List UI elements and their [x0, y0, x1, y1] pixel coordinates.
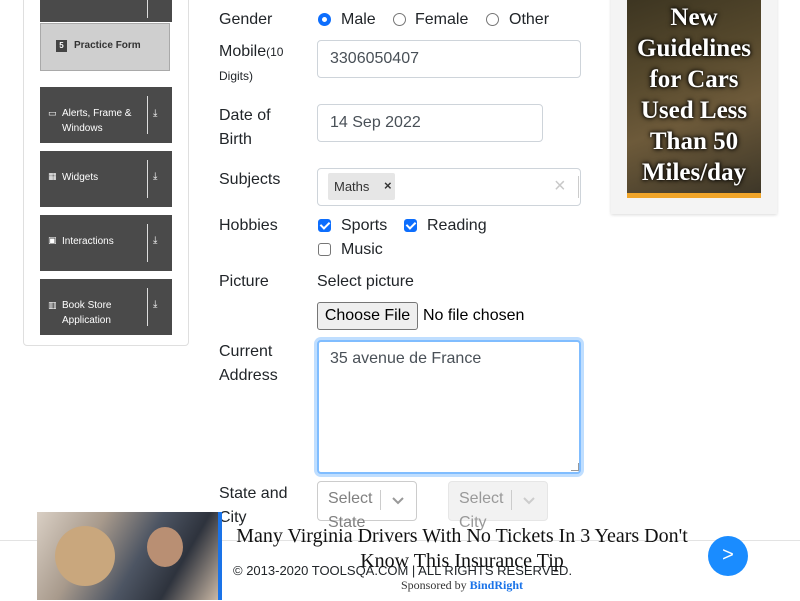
- chevron-down-icon[interactable]: [519, 490, 539, 510]
- sidebar-group-label: Widgets: [62, 172, 99, 183]
- sponsored-by-text: Sponsored by BindRight: [401, 578, 523, 593]
- sidebar-group-label: Interactions: [62, 236, 114, 247]
- hobby-sports-checkbox[interactable]: [318, 219, 331, 232]
- sidebar-item-label: Practice Form: [74, 40, 141, 51]
- resize-handle-icon[interactable]: [571, 463, 579, 471]
- expand-arrow-icon[interactable]: ⤓: [153, 108, 157, 119]
- gender-option-label[interactable]: Other: [509, 10, 549, 30]
- bookstore-icon: ▥: [48, 300, 57, 310]
- choose-file-button[interactable]: Choose File: [317, 302, 418, 330]
- sidebar-group-forms[interactable]: [40, 0, 172, 22]
- bottom-ad-divider: [218, 512, 222, 600]
- sidebar-group-widgets[interactable]: ▦ Widgets ⤓: [40, 151, 172, 207]
- select-separator: [380, 490, 381, 510]
- select-picture-text: Select picture: [317, 273, 414, 290]
- address-textarea[interactable]: 35 avenue de France: [317, 340, 581, 474]
- hobby-music-checkbox[interactable]: [318, 243, 331, 256]
- dob-input[interactable]: 14 Sep 2022: [317, 104, 543, 142]
- sidebar-group-label: Book Store Application: [62, 300, 112, 326]
- expand-arrow-icon[interactable]: ⤓: [153, 235, 157, 246]
- clear-subjects-icon[interactable]: ×: [554, 175, 566, 198]
- sidebar-separator: [147, 288, 148, 326]
- subjects-label: Subjects: [219, 171, 281, 188]
- ad-image-figure: [55, 526, 115, 586]
- sidebar-group-interactions[interactable]: ▣ Interactions ⤓: [40, 215, 172, 271]
- widgets-icon: ▦: [48, 171, 57, 181]
- sidebar-separator: [147, 0, 148, 18]
- chevron-down-icon[interactable]: [388, 490, 408, 510]
- state-city-label: State and City: [219, 485, 288, 526]
- expand-arrow-icon[interactable]: ⤓: [153, 299, 157, 310]
- mobile-input-value: 3306050407: [330, 50, 419, 67]
- bottom-ad-image[interactable]: [37, 512, 218, 600]
- subject-chip: Maths ×: [328, 173, 395, 200]
- mobile-input[interactable]: 3306050407: [317, 40, 581, 78]
- bottom-ad-headline[interactable]: Many Virginia Drivers With No Tickets In…: [232, 524, 692, 574]
- gender-male-radio[interactable]: [318, 13, 331, 26]
- sidebar-separator: [147, 160, 148, 198]
- expand-arrow-icon[interactable]: ⤓: [153, 171, 157, 182]
- hobbies-label: Hobbies: [219, 217, 278, 234]
- window-icon: ▭: [48, 108, 57, 118]
- sidebar-separator: [147, 96, 148, 134]
- side-ad-headline[interactable]: New Guidelines for Cars Used Less Than 5…: [627, 2, 761, 188]
- hobby-option-label[interactable]: Music: [341, 240, 383, 260]
- sidebar-group-label: Alerts, Frame & Windows: [62, 108, 132, 134]
- address-label: Current Address: [219, 343, 278, 384]
- ad-accent-stripe: [627, 193, 761, 198]
- remove-chip-icon[interactable]: ×: [384, 178, 392, 193]
- sidebar-group-alerts-frame-windows[interactable]: ▭ Alerts, Frame & Windows ⤓: [40, 87, 172, 143]
- dob-label: Date of Birth: [219, 107, 271, 148]
- sidebar-separator: [147, 224, 148, 262]
- city-select[interactable]: Select City: [448, 481, 548, 531]
- gender-female-radio[interactable]: [393, 13, 406, 26]
- picture-label: Picture: [219, 273, 269, 290]
- address-value: 35 avenue de France: [330, 350, 482, 367]
- file-status-text: No file chosen: [423, 307, 525, 324]
- gender-option-label[interactable]: Female: [415, 10, 468, 30]
- gender-other-radio[interactable]: [486, 13, 499, 26]
- interactions-icon: ▣: [48, 235, 57, 245]
- subjects-separator: [578, 176, 579, 198]
- select-separator: [511, 490, 512, 510]
- sidebar-item-practice-form[interactable]: 5 Practice Form: [40, 23, 170, 71]
- ad-image-figure: [147, 527, 183, 567]
- gender-label: Gender: [219, 11, 273, 28]
- sponsor-brand-link[interactable]: BindRight: [470, 578, 523, 592]
- hobby-option-label[interactable]: Sports: [341, 216, 387, 236]
- gender-option-label[interactable]: Male: [341, 10, 376, 30]
- dob-input-value: 14 Sep 2022: [330, 114, 421, 131]
- state-select[interactable]: Select State: [317, 481, 417, 531]
- mobile-label: Mobile(10 Digits): [219, 40, 299, 88]
- hobby-reading-checkbox[interactable]: [404, 219, 417, 232]
- hobby-option-label[interactable]: Reading: [427, 216, 487, 236]
- ad-next-button[interactable]: >: [708, 536, 748, 576]
- mobile-label-text: Mobile: [219, 43, 267, 60]
- sidebar-group-book-store[interactable]: ▥ Book Store Application ⤓: [40, 279, 172, 335]
- sponsored-by-label: Sponsored by: [401, 578, 467, 592]
- subject-chip-label: Maths: [334, 179, 370, 194]
- html5-icon: 5: [56, 40, 67, 52]
